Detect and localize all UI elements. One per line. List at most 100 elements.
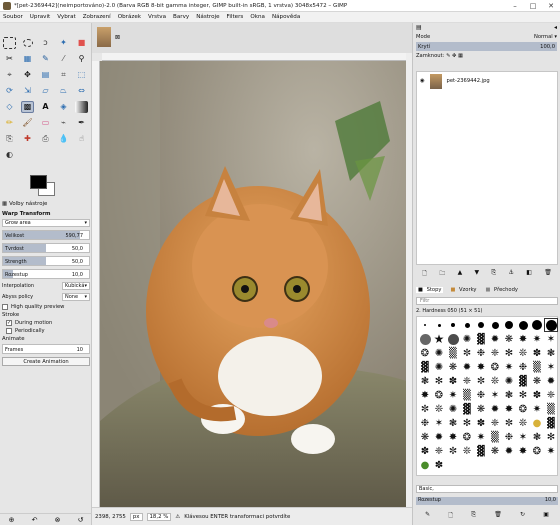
brush-item[interactable]: ❋ bbox=[530, 374, 544, 388]
warp-mode-select[interactable]: Grow area ▾ bbox=[2, 219, 90, 227]
brush-item[interactable]: ❊ bbox=[432, 402, 446, 416]
menu-zobrazeni[interactable]: Zobrazení bbox=[83, 14, 111, 20]
image-canvas[interactable] bbox=[100, 61, 406, 507]
brush-item[interactable]: ✶ bbox=[488, 388, 502, 402]
hq-preview-checkbox[interactable]: High quality preview bbox=[2, 304, 90, 310]
dodge-burn-tool-icon[interactable]: ◐ bbox=[3, 149, 16, 161]
brush-item[interactable]: ❃ bbox=[502, 388, 516, 402]
brush-item[interactable]: ✸ bbox=[446, 430, 460, 444]
brush-item[interactable]: ❋ bbox=[418, 430, 432, 444]
brush-item[interactable]: ✶ bbox=[544, 332, 558, 346]
brush-item[interactable]: ▒ bbox=[544, 402, 558, 416]
brush-item[interactable]: ✼ bbox=[446, 444, 460, 458]
brush-tag-input[interactable]: Basic, bbox=[416, 485, 558, 493]
hardness-slider[interactable]: Tvrdost 50,0 bbox=[2, 243, 90, 253]
opacity-slider[interactable]: Krytí 100,0 bbox=[416, 42, 557, 51]
brush-item[interactable]: ❋ bbox=[474, 402, 488, 416]
tab-prechody[interactable]: ■ Přechody bbox=[483, 287, 520, 293]
edit-brush-icon[interactable]: ✎ bbox=[425, 511, 430, 521]
layers-tab-icon[interactable]: ▤ bbox=[416, 24, 422, 31]
tab-vzorky[interactable]: ■ Vzorky bbox=[448, 287, 478, 293]
menu-nastroje[interactable]: Nástroje bbox=[196, 14, 219, 20]
brush-item[interactable]: ❉ bbox=[418, 416, 432, 430]
maximize-icon[interactable]: □ bbox=[524, 0, 542, 12]
brush-item[interactable]: ▒ bbox=[530, 360, 544, 374]
brush-item[interactable]: ❂ bbox=[516, 402, 530, 416]
brush-item[interactable]: ❉ bbox=[474, 388, 488, 402]
brush-item[interactable]: ✸ bbox=[474, 360, 488, 374]
layer-mode-select[interactable]: Normal ▾ bbox=[534, 34, 557, 40]
brush-item[interactable]: ❊ bbox=[488, 374, 502, 388]
brush-item[interactable]: ✽ bbox=[418, 444, 432, 458]
brush-item[interactable]: ✹ bbox=[544, 374, 558, 388]
duplicate-brush-icon[interactable]: ⎘ bbox=[471, 511, 476, 521]
unified-transform-tool-icon[interactable]: ⬚ bbox=[75, 69, 88, 81]
brush-item[interactable]: ✷ bbox=[446, 388, 460, 402]
menu-upravit[interactable]: Upravit bbox=[30, 14, 50, 20]
brush-item[interactable]: ✻ bbox=[502, 346, 516, 360]
brush-item[interactable]: ▓ bbox=[516, 374, 530, 388]
brush-item[interactable]: ✸ bbox=[502, 402, 516, 416]
warp-transform-tool-icon[interactable]: ▩ bbox=[21, 101, 34, 113]
brush-item[interactable]: ❈ bbox=[488, 346, 502, 360]
menu-okna[interactable]: Okna bbox=[250, 14, 265, 20]
brush-item[interactable] bbox=[418, 332, 432, 346]
brush-item[interactable]: ❂ bbox=[418, 346, 432, 360]
brush-item[interactable]: ✸ bbox=[516, 332, 530, 346]
minimize-icon[interactable]: – bbox=[506, 0, 524, 12]
ellipse-select-tool-icon[interactable] bbox=[21, 37, 34, 49]
brush-spacing-slider[interactable]: Rozestup 10,0 bbox=[416, 497, 558, 505]
brush-item[interactable]: ❂ bbox=[530, 444, 544, 458]
eraser-tool-icon[interactable]: ▭ bbox=[39, 117, 52, 129]
brush-item[interactable] bbox=[446, 332, 460, 346]
brush-item[interactable]: ✺ bbox=[502, 374, 516, 388]
new-brush-icon[interactable]: 🗋 bbox=[448, 511, 453, 521]
brush-item[interactable]: ❈ bbox=[460, 374, 474, 388]
brush-item[interactable]: ✻ bbox=[516, 388, 530, 402]
brush-item[interactable]: ✼ bbox=[502, 416, 516, 430]
save-options-icon[interactable]: ⊕ bbox=[9, 516, 15, 524]
brush-item[interactable]: ▓ bbox=[544, 416, 558, 430]
brush-item[interactable] bbox=[446, 318, 460, 332]
brush-item[interactable]: ❈ bbox=[488, 416, 502, 430]
brush-item[interactable]: ❂ bbox=[460, 430, 474, 444]
new-layer-icon[interactable]: 🗋 bbox=[422, 269, 427, 279]
brush-item[interactable] bbox=[474, 318, 488, 332]
brush-item[interactable]: ▓ bbox=[474, 444, 488, 458]
scale-tool-icon[interactable]: ⇲ bbox=[21, 85, 34, 97]
brush-filter-input[interactable]: Filtr bbox=[416, 297, 558, 305]
brush-item[interactable]: ❊ bbox=[516, 416, 530, 430]
duplicate-layer-icon[interactable]: ⎘ bbox=[491, 269, 496, 279]
menu-napoveda[interactable]: Nápověda bbox=[272, 14, 300, 20]
brush-item[interactable]: ✷ bbox=[530, 402, 544, 416]
brush-item[interactable] bbox=[516, 318, 530, 332]
brush-grid[interactable]: ★ ✺ ▓ ✹ ❋ ✸ ✷ ✶ ❂ ✺ ▒ ✼ ❉ ❈ ✻ ❊ ✽ ❃ ▓ ✺ … bbox=[416, 316, 558, 476]
close-icon[interactable]: ⊠ bbox=[115, 34, 120, 41]
menu-obrazek[interactable]: Obrázek bbox=[118, 14, 141, 20]
ink-tool-icon[interactable]: ✒ bbox=[75, 117, 88, 129]
brush-item[interactable]: ✽ bbox=[474, 416, 488, 430]
move-tool-icon[interactable]: ✥ bbox=[21, 69, 34, 81]
close-icon[interactable]: ✕ bbox=[542, 0, 560, 12]
brush-item[interactable] bbox=[502, 318, 516, 332]
tool-options-tab[interactable]: ▦ Volby nástroje bbox=[2, 201, 47, 207]
during-motion-checkbox[interactable]: ✓ During motion bbox=[6, 320, 90, 326]
delete-brush-icon[interactable]: 🗑 bbox=[494, 511, 502, 521]
brush-item[interactable]: ✶ bbox=[516, 430, 530, 444]
brush-item[interactable] bbox=[432, 318, 446, 332]
lower-layer-icon[interactable]: ▼ bbox=[475, 269, 480, 279]
anchor-layer-icon[interactable]: ⚓ bbox=[509, 269, 514, 279]
zoom-tool-icon[interactable]: ⚲ bbox=[75, 53, 88, 65]
brush-item[interactable]: ✹ bbox=[488, 332, 502, 346]
brush-item[interactable]: ✺ bbox=[460, 332, 474, 346]
fuzzy-select-tool-icon[interactable]: ✦ bbox=[57, 37, 70, 49]
image-tab-thumbnail[interactable] bbox=[97, 27, 111, 47]
heal-tool-icon[interactable]: ✚ bbox=[21, 133, 34, 145]
tab-stopy[interactable]: ■ Stopy bbox=[416, 287, 444, 293]
brush-item[interactable]: ✹ bbox=[488, 402, 502, 416]
cage-transform-tool-icon[interactable]: ◇ bbox=[3, 101, 16, 113]
new-group-icon[interactable]: 🗀 bbox=[439, 269, 445, 279]
brush-item[interactable]: ❋ bbox=[446, 360, 460, 374]
brush-item[interactable]: ✼ bbox=[460, 346, 474, 360]
brush-item[interactable]: ✽ bbox=[446, 374, 460, 388]
